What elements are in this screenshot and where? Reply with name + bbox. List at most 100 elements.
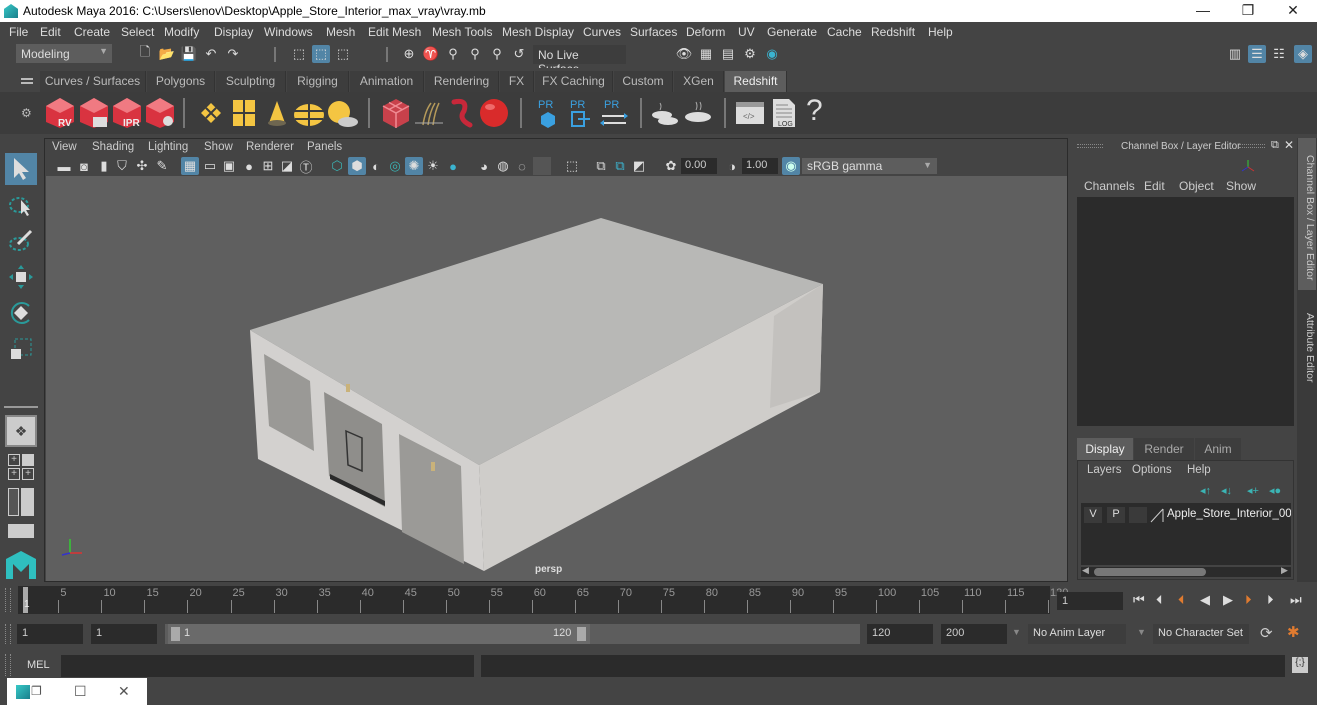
- redshift-sphere-icon[interactable]: [478, 97, 510, 129]
- layer-menu-layers[interactable]: Layers: [1087, 464, 1122, 476]
- layer-tab-display[interactable]: Display: [1077, 438, 1133, 460]
- timeline-ruler[interactable]: 1 5 10 15 20 25 30 35 40 45 50 55 60 65 70 75 80 85 90 95 1…: [18, 586, 1068, 614]
- render-frame-icon[interactable]: ▦: [697, 45, 715, 63]
- xray-icon[interactable]: ⬚: [563, 157, 581, 175]
- gamma-icon[interactable]: ◑: [723, 157, 741, 175]
- wireframe-icon[interactable]: ⬡: [328, 157, 346, 175]
- go-to-start-icon[interactable]: ⏮: [1133, 592, 1145, 608]
- shelf-tab-redshift[interactable]: Redshift: [725, 71, 787, 92]
- menu-cache[interactable]: Cache: [827, 25, 862, 39]
- textured-icon[interactable]: ◎: [386, 157, 404, 175]
- redshift-area-light-icon[interactable]: [195, 97, 227, 129]
- field-chart-icon[interactable]: ⊞: [259, 157, 277, 175]
- use-all-lights-icon[interactable]: ✺: [405, 157, 423, 175]
- view-transform-dropdown[interactable]: sRGB gamma ▼: [802, 158, 937, 174]
- maximize-button[interactable]: ❐: [1233, 2, 1263, 20]
- viewport-menu-renderer[interactable]: Renderer: [246, 141, 294, 153]
- exposure-field[interactable]: 0.00: [681, 158, 717, 174]
- drag-handle[interactable]: [1077, 144, 1103, 148]
- gate-mask-icon[interactable]: ●: [240, 157, 258, 175]
- shelf-tab-animation[interactable]: Animation: [350, 71, 424, 92]
- shadows-icon[interactable]: ☀: [424, 157, 442, 175]
- layer-visibility-toggle[interactable]: V: [1084, 507, 1102, 523]
- channel-box-toggle-icon[interactable]: ◈: [1294, 45, 1312, 63]
- motion-blur-icon[interactable]: ◕: [475, 157, 493, 175]
- viewport-menu-view[interactable]: View: [52, 141, 77, 153]
- persp-graph-layout-icon[interactable]: [8, 524, 34, 544]
- close-panel-icon[interactable]: ✕: [1284, 138, 1294, 152]
- modeling-toolkit-icon[interactable]: ▥: [1226, 45, 1244, 63]
- move-tool-icon[interactable]: [5, 261, 37, 293]
- scroll-right-icon[interactable]: ▶: [1281, 565, 1288, 576]
- scale-tool-icon[interactable]: [5, 333, 37, 365]
- xray-active-components-icon[interactable]: ⧉: [611, 157, 629, 175]
- open-scene-icon[interactable]: 📂: [158, 45, 176, 63]
- grid-icon[interactable]: ▦: [181, 157, 199, 175]
- step-forward-frame-icon[interactable]: ⏵: [1267, 592, 1274, 608]
- channel-menu-edit[interactable]: Edit: [1144, 179, 1165, 193]
- playback-end-field[interactable]: 120: [867, 624, 933, 644]
- resolution-gate-icon[interactable]: ▣: [220, 157, 238, 175]
- layer-row[interactable]: V P Apple_Store_Interior_001: [1081, 506, 1291, 524]
- viewport-canvas[interactable]: persp: [46, 176, 1067, 581]
- layer-tab-render[interactable]: Render: [1134, 438, 1194, 460]
- redshift-batch-render-icon[interactable]: [78, 97, 110, 129]
- current-frame-field[interactable]: 1: [1057, 592, 1123, 610]
- new-layer-from-selected-icon[interactable]: ◂●: [1269, 484, 1281, 497]
- step-back-key-icon[interactable]: ⏴: [1178, 592, 1185, 608]
- move-layer-down-icon[interactable]: ◂↓: [1221, 484, 1232, 497]
- drag-handle[interactable]: [5, 588, 11, 612]
- redshift-sun-sky-icon[interactable]: [326, 97, 358, 129]
- menu-surfaces[interactable]: Surfaces: [630, 25, 677, 39]
- snap-live-surface-icon[interactable]: ⚲: [488, 45, 506, 63]
- safe-action-icon[interactable]: ◪: [278, 157, 296, 175]
- redshift-hair-icon[interactable]: [413, 97, 445, 129]
- drag-handle[interactable]: [5, 624, 11, 644]
- script-editor-icon[interactable]: {;}: [1292, 657, 1308, 673]
- animation-start-field[interactable]: 1: [17, 624, 83, 644]
- range-start-handle[interactable]: [171, 627, 180, 641]
- select-tool-icon[interactable]: [5, 153, 37, 185]
- tool-settings-toggle-icon[interactable]: ☷: [1270, 45, 1288, 63]
- menu-modify[interactable]: Modify: [164, 25, 199, 39]
- animation-end-field[interactable]: 200: [941, 624, 1007, 644]
- new-scene-icon[interactable]: 🗋: [136, 44, 154, 63]
- ipr-render-icon[interactable]: ▤: [719, 45, 737, 63]
- xray-joints-icon[interactable]: ⧉: [592, 157, 610, 175]
- redshift-ipr-icon[interactable]: IPR: [111, 97, 143, 129]
- layer-display-type-toggle[interactable]: [1129, 507, 1147, 523]
- step-back-frame-icon[interactable]: ⏴: [1156, 592, 1163, 608]
- render-settings-icon[interactable]: ⚙: [741, 45, 759, 63]
- redshift-bake-icon[interactable]: [682, 97, 714, 129]
- camera-attributes-icon[interactable]: ◙: [75, 157, 93, 175]
- restore-button[interactable]: ❐: [31, 684, 42, 698]
- rotate-tool-icon[interactable]: [5, 297, 37, 329]
- drag-handle[interactable]: [1239, 144, 1265, 148]
- side-tab-attribute-editor[interactable]: Attribute Editor: [1298, 294, 1316, 394]
- isolate-select-icon[interactable]: [533, 157, 551, 175]
- snap-grid-icon[interactable]: ⊕: [400, 45, 418, 63]
- smooth-shade-icon[interactable]: ⬢: [348, 157, 366, 175]
- shelf-tab-fx-caching[interactable]: FX Caching: [535, 71, 613, 92]
- pr-proxy-export-icon[interactable]: PR: [532, 97, 564, 129]
- mode-selector[interactable]: Modeling ▼: [16, 44, 112, 63]
- range-end-handle[interactable]: [577, 627, 586, 641]
- redshift-settings-icon[interactable]: [144, 97, 176, 129]
- layer-tab-anim[interactable]: Anim: [1195, 438, 1241, 460]
- lasso-select-tool-icon[interactable]: [5, 189, 37, 221]
- select-hierarchy-icon[interactable]: ⬚: [290, 45, 308, 63]
- chevron-down-icon[interactable]: ▼: [1137, 627, 1146, 637]
- menu-curves[interactable]: Curves: [583, 25, 621, 39]
- redshift-help-icon[interactable]: ?: [806, 94, 823, 128]
- shelf-menu-icon[interactable]: [21, 78, 33, 80]
- shelf-tab-fx[interactable]: FX: [500, 71, 534, 92]
- menu-file[interactable]: File: [9, 25, 28, 39]
- play-backwards-icon[interactable]: ◀: [1200, 592, 1210, 608]
- playback-start-field[interactable]: 1: [91, 624, 157, 644]
- menu-mesh[interactable]: Mesh: [326, 25, 355, 39]
- select-object-icon[interactable]: ⬚: [312, 45, 330, 63]
- depth-of-field-icon[interactable]: ◌: [513, 157, 531, 175]
- new-layer-icon[interactable]: ◂+: [1247, 484, 1259, 497]
- image-plane-icon[interactable]: ⛉: [113, 157, 131, 175]
- redo-icon[interactable]: ↷: [224, 45, 242, 63]
